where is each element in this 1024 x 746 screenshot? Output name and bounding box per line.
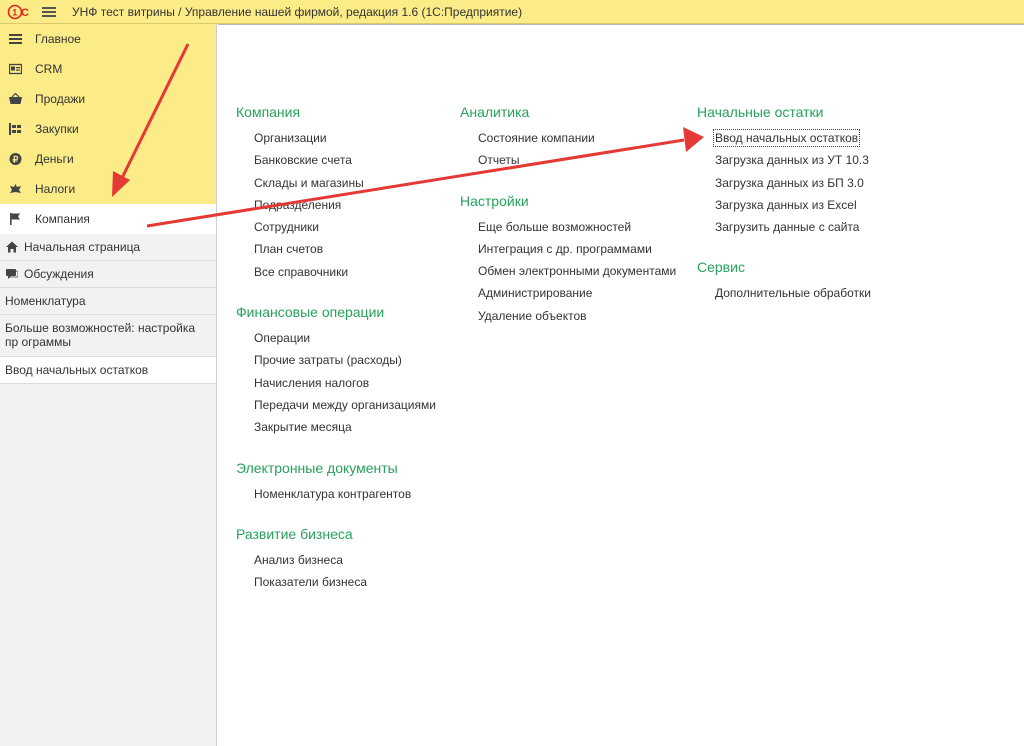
open-window-label: Больше возможностей: настройка пр ограмм…: [5, 321, 196, 349]
divider: [218, 24, 1024, 29]
group-title-company: Компания: [236, 104, 301, 120]
open-window-label: Начальная страница: [24, 240, 141, 254]
link-import-bp[interactable]: Загрузка данных из БП 3.0: [715, 172, 871, 194]
link-label: Ввод начальных остатков: [712, 129, 861, 147]
section-label: CRM: [35, 62, 63, 76]
open-window-home[interactable]: Начальная страница: [0, 234, 216, 261]
supply-icon: [9, 123, 21, 135]
group-title-service: Сервис: [697, 259, 745, 276]
section-label: Налоги: [35, 182, 76, 196]
svg-text:₽: ₽: [13, 155, 19, 165]
open-window-discussions[interactable]: Обсуждения: [0, 261, 216, 288]
section-panel: Главное CRM Продажи Закупки ₽ Деньги Нал…: [0, 24, 216, 234]
link-bank-accounts[interactable]: Банковские счета: [254, 149, 436, 171]
link-employees[interactable]: Сотрудники: [254, 216, 436, 238]
link-reports[interactable]: Отчеты: [478, 149, 676, 171]
home-icon: [6, 241, 18, 253]
open-window-nomenclature[interactable]: Номенклатура: [0, 288, 216, 315]
group-title-analytics: Аналитика: [460, 104, 530, 120]
ruble-coin-icon: ₽: [9, 153, 22, 165]
link-company-state[interactable]: Состояние компании: [478, 127, 676, 149]
column-3: Начальные остатки Ввод начальных остатко…: [697, 103, 871, 325]
section-money[interactable]: ₽ Деньги: [0, 144, 216, 174]
open-window-label: Номенклатура: [5, 294, 86, 308]
link-administration[interactable]: Администрирование: [478, 282, 676, 304]
section-label: Продажи: [35, 92, 86, 106]
section-taxes[interactable]: Налоги: [0, 174, 216, 204]
open-window-opening-balances[interactable]: Ввод начальных остатков: [0, 357, 216, 384]
open-window-label: Ввод начальных остатков: [5, 363, 149, 377]
section-label: Деньги: [35, 152, 74, 166]
group-title-edocs: Электронные документы: [236, 459, 398, 476]
link-edoc-exchange[interactable]: Обмен электронными документами: [478, 260, 676, 282]
link-additional-processing[interactable]: Дополнительные обработки: [715, 282, 871, 304]
group-title-settings: Настройки: [460, 192, 529, 209]
section-crm[interactable]: CRM: [0, 54, 216, 84]
basket-icon: [9, 93, 22, 104]
link-import-site[interactable]: Загрузить данные с сайта: [715, 216, 871, 238]
section-purchases[interactable]: Закупки: [0, 114, 216, 144]
link-business-indicators[interactable]: Показатели бизнеса: [254, 571, 436, 593]
main-panel: Компания Организации Банковские счета Ск…: [218, 24, 1024, 746]
list-icon: [9, 34, 22, 44]
group-title-business: Развитие бизнеса: [236, 525, 353, 542]
group-title-financial: Финансовые операции: [236, 304, 385, 321]
svg-text:1: 1: [12, 8, 17, 18]
emblem-icon: [10, 184, 21, 193]
window-title: УНФ тест витрины / Управление нашей фирм…: [72, 5, 523, 19]
link-import-ut[interactable]: Загрузка данных из УТ 10.3: [715, 149, 871, 171]
section-label: Компания: [35, 212, 90, 226]
open-window-more-features[interactable]: Больше возможностей: настройка пр ограмм…: [0, 315, 216, 357]
chat-icon: [6, 269, 18, 279]
link-delete-objects[interactable]: Удаление объектов: [478, 305, 676, 327]
link-all-catalogs[interactable]: Все справочники: [254, 261, 436, 283]
link-chart-of-accounts[interactable]: План счетов: [254, 238, 436, 260]
link-warehouses[interactable]: Склады и магазины: [254, 172, 436, 194]
section-sales[interactable]: Продажи: [0, 84, 216, 114]
section-label: Главное: [35, 32, 81, 46]
link-tax-accruals[interactable]: Начисления налогов: [254, 372, 436, 394]
link-inter-org-transfers[interactable]: Передачи между организациями: [254, 394, 436, 416]
link-integration[interactable]: Интеграция с др. программами: [478, 238, 676, 260]
section-company[interactable]: Компания: [0, 204, 216, 234]
column-2: Аналитика Состояние компании Отчеты Наст…: [460, 103, 676, 347]
link-departments[interactable]: Подразделения: [254, 194, 436, 216]
column-1: Компания Организации Банковские счета Ск…: [236, 103, 436, 613]
link-more-features[interactable]: Еще больше возможностей: [478, 216, 676, 238]
open-window-label: Обсуждения: [24, 267, 94, 281]
svg-text:С: С: [21, 7, 29, 19]
link-counterparty-nomenclature[interactable]: Номенклатура контрагентов: [254, 483, 436, 505]
link-business-analysis[interactable]: Анализ бизнеса: [254, 549, 436, 571]
sidebar: Главное CRM Продажи Закупки ₽ Деньги Нал…: [0, 24, 217, 746]
1c-logo-icon: 1 С: [7, 4, 29, 20]
link-enter-opening-balances[interactable]: Ввод начальных остатков: [712, 127, 871, 149]
section-label: Закупки: [35, 122, 79, 136]
group-title-opening-balances: Начальные остатки: [697, 104, 824, 120]
crm-card-icon: [9, 63, 22, 75]
link-operations[interactable]: Операции: [254, 327, 436, 349]
link-organizations[interactable]: Организации: [254, 127, 436, 149]
link-import-excel[interactable]: Загрузка данных из Excel: [715, 194, 871, 216]
section-main[interactable]: Главное: [0, 24, 216, 54]
flag-icon: [10, 213, 20, 225]
link-month-close[interactable]: Закрытие месяца: [254, 416, 436, 438]
title-bar: 1 С УНФ тест витрины / Управление нашей …: [0, 0, 1024, 24]
link-other-expenses[interactable]: Прочие затраты (расходы): [254, 349, 436, 371]
main-menu-button[interactable]: [42, 5, 56, 19]
